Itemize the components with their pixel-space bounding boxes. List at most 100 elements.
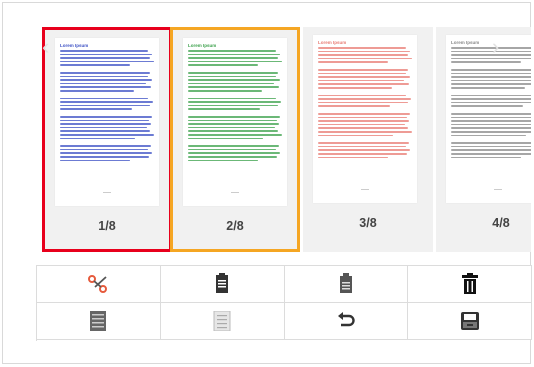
page-preview-title: Lorem Ipsum	[60, 43, 89, 48]
page-text-line	[60, 123, 151, 125]
page-text-line	[60, 50, 148, 52]
page-number-label: 1/8	[98, 219, 116, 233]
inbox-save-icon	[460, 312, 479, 330]
page-text-line	[188, 134, 282, 136]
page-text-line	[188, 116, 280, 118]
page-text-line	[451, 120, 531, 122]
deselect-icon	[213, 311, 231, 331]
page-text-line	[188, 97, 276, 100]
page-text-line	[188, 79, 280, 81]
page-text-line	[60, 137, 135, 140]
page-text-line	[60, 82, 146, 85]
page-text-line	[188, 108, 260, 110]
page-text-line	[188, 156, 277, 158]
page-text-line	[188, 86, 279, 88]
deselect-button[interactable]	[160, 303, 285, 340]
page-preview: Lorem Ipsum	[313, 35, 417, 203]
page-text-line	[451, 123, 531, 126]
page-text-line	[60, 152, 152, 154]
cut-button[interactable]	[37, 266, 161, 303]
save-button[interactable]	[408, 303, 532, 340]
page-text-line	[318, 72, 406, 75]
page-text-line	[318, 153, 407, 155]
page-preview: Lorem Ipsum	[183, 38, 287, 206]
page-text-line	[318, 76, 410, 78]
page-text-line	[318, 50, 410, 53]
page-text-line	[188, 50, 276, 52]
page-text-line	[188, 101, 281, 103]
page-text-line	[451, 69, 531, 71]
page-text-line	[60, 156, 149, 158]
page-text-line	[451, 145, 531, 148]
copy-icon	[216, 273, 229, 293]
page-text-line	[188, 137, 263, 140]
page-text-line	[318, 69, 408, 71]
page-text-line	[318, 127, 408, 129]
page-text-line	[318, 134, 393, 137]
page-text-line	[451, 54, 531, 56]
page-text-line	[60, 119, 149, 122]
page-text-line	[318, 123, 405, 126]
page-text-line	[188, 159, 258, 162]
delete-button[interactable]	[408, 266, 532, 303]
trash-icon	[461, 273, 478, 294]
page-text-line	[451, 142, 531, 144]
page-fold-mark	[103, 192, 111, 193]
page-text-line	[451, 134, 526, 137]
undo-button[interactable]	[284, 303, 409, 340]
page-thumbnail-4[interactable]: Lorem Ipsum 4/8	[436, 27, 531, 252]
select-all-button[interactable]	[37, 303, 161, 340]
page-text-line	[188, 130, 278, 132]
page-text-line	[451, 87, 525, 89]
page-text-line	[188, 60, 282, 63]
page-thumbnail-3[interactable]: Lorem Ipsum 3/8	[303, 27, 433, 252]
chevron-right-icon[interactable]: ›	[492, 36, 499, 58]
page-text-line	[451, 113, 531, 115]
page-text-line	[451, 76, 531, 78]
page-fold-mark	[231, 192, 239, 193]
page-text-line	[318, 142, 409, 144]
page-text-line	[60, 108, 132, 110]
page-text-line	[60, 86, 151, 88]
page-text-line	[60, 60, 154, 63]
page-thumbnail-1[interactable]: Lorem Ipsum 1/8	[42, 27, 172, 252]
page-text-line	[60, 126, 147, 129]
thumbnail-strip: Lorem Ipsum 1/8 Lorem Ipsum 2/8 Lorem Ip…	[36, 27, 531, 252]
page-text-line	[451, 61, 521, 63]
page-text-line	[188, 90, 262, 92]
page-text-line	[451, 47, 531, 49]
page-preview-title: Lorem Ipsum	[451, 40, 480, 45]
page-text-line	[318, 120, 409, 122]
page-thumbnail-2[interactable]: Lorem Ipsum 2/8	[170, 27, 300, 252]
page-text-line	[451, 131, 531, 133]
page-text-line	[318, 83, 409, 85]
page-text-line	[318, 57, 412, 60]
page-text-line	[60, 75, 148, 78]
page-text-line	[451, 94, 531, 97]
page-text-line	[451, 116, 531, 119]
page-text-line	[318, 61, 388, 63]
page-text-line	[60, 53, 152, 56]
page-text-line	[318, 101, 408, 104]
page-text-line	[60, 72, 150, 74]
select-all-icon	[90, 311, 107, 331]
page-text-line	[318, 113, 410, 115]
copy-button[interactable]	[160, 266, 285, 303]
page-text-line	[60, 134, 154, 136]
page-fold-mark	[494, 189, 502, 190]
page-text-line	[60, 159, 130, 162]
page-text-line	[318, 47, 406, 49]
chevron-left-icon[interactable]: ‹	[42, 36, 49, 58]
page-text-line	[451, 50, 531, 53]
page-text-line	[451, 156, 521, 159]
scissors-icon	[88, 275, 108, 293]
page-text-line	[60, 130, 150, 132]
page-text-line	[318, 54, 408, 56]
page-preview: Lorem Ipsum	[446, 35, 531, 203]
page-text-line	[188, 82, 274, 85]
page-text-line	[60, 79, 152, 81]
page-text-line	[188, 148, 276, 151]
page-text-line	[451, 98, 531, 100]
page-text-line	[60, 90, 134, 92]
paste-button[interactable]	[284, 266, 409, 303]
